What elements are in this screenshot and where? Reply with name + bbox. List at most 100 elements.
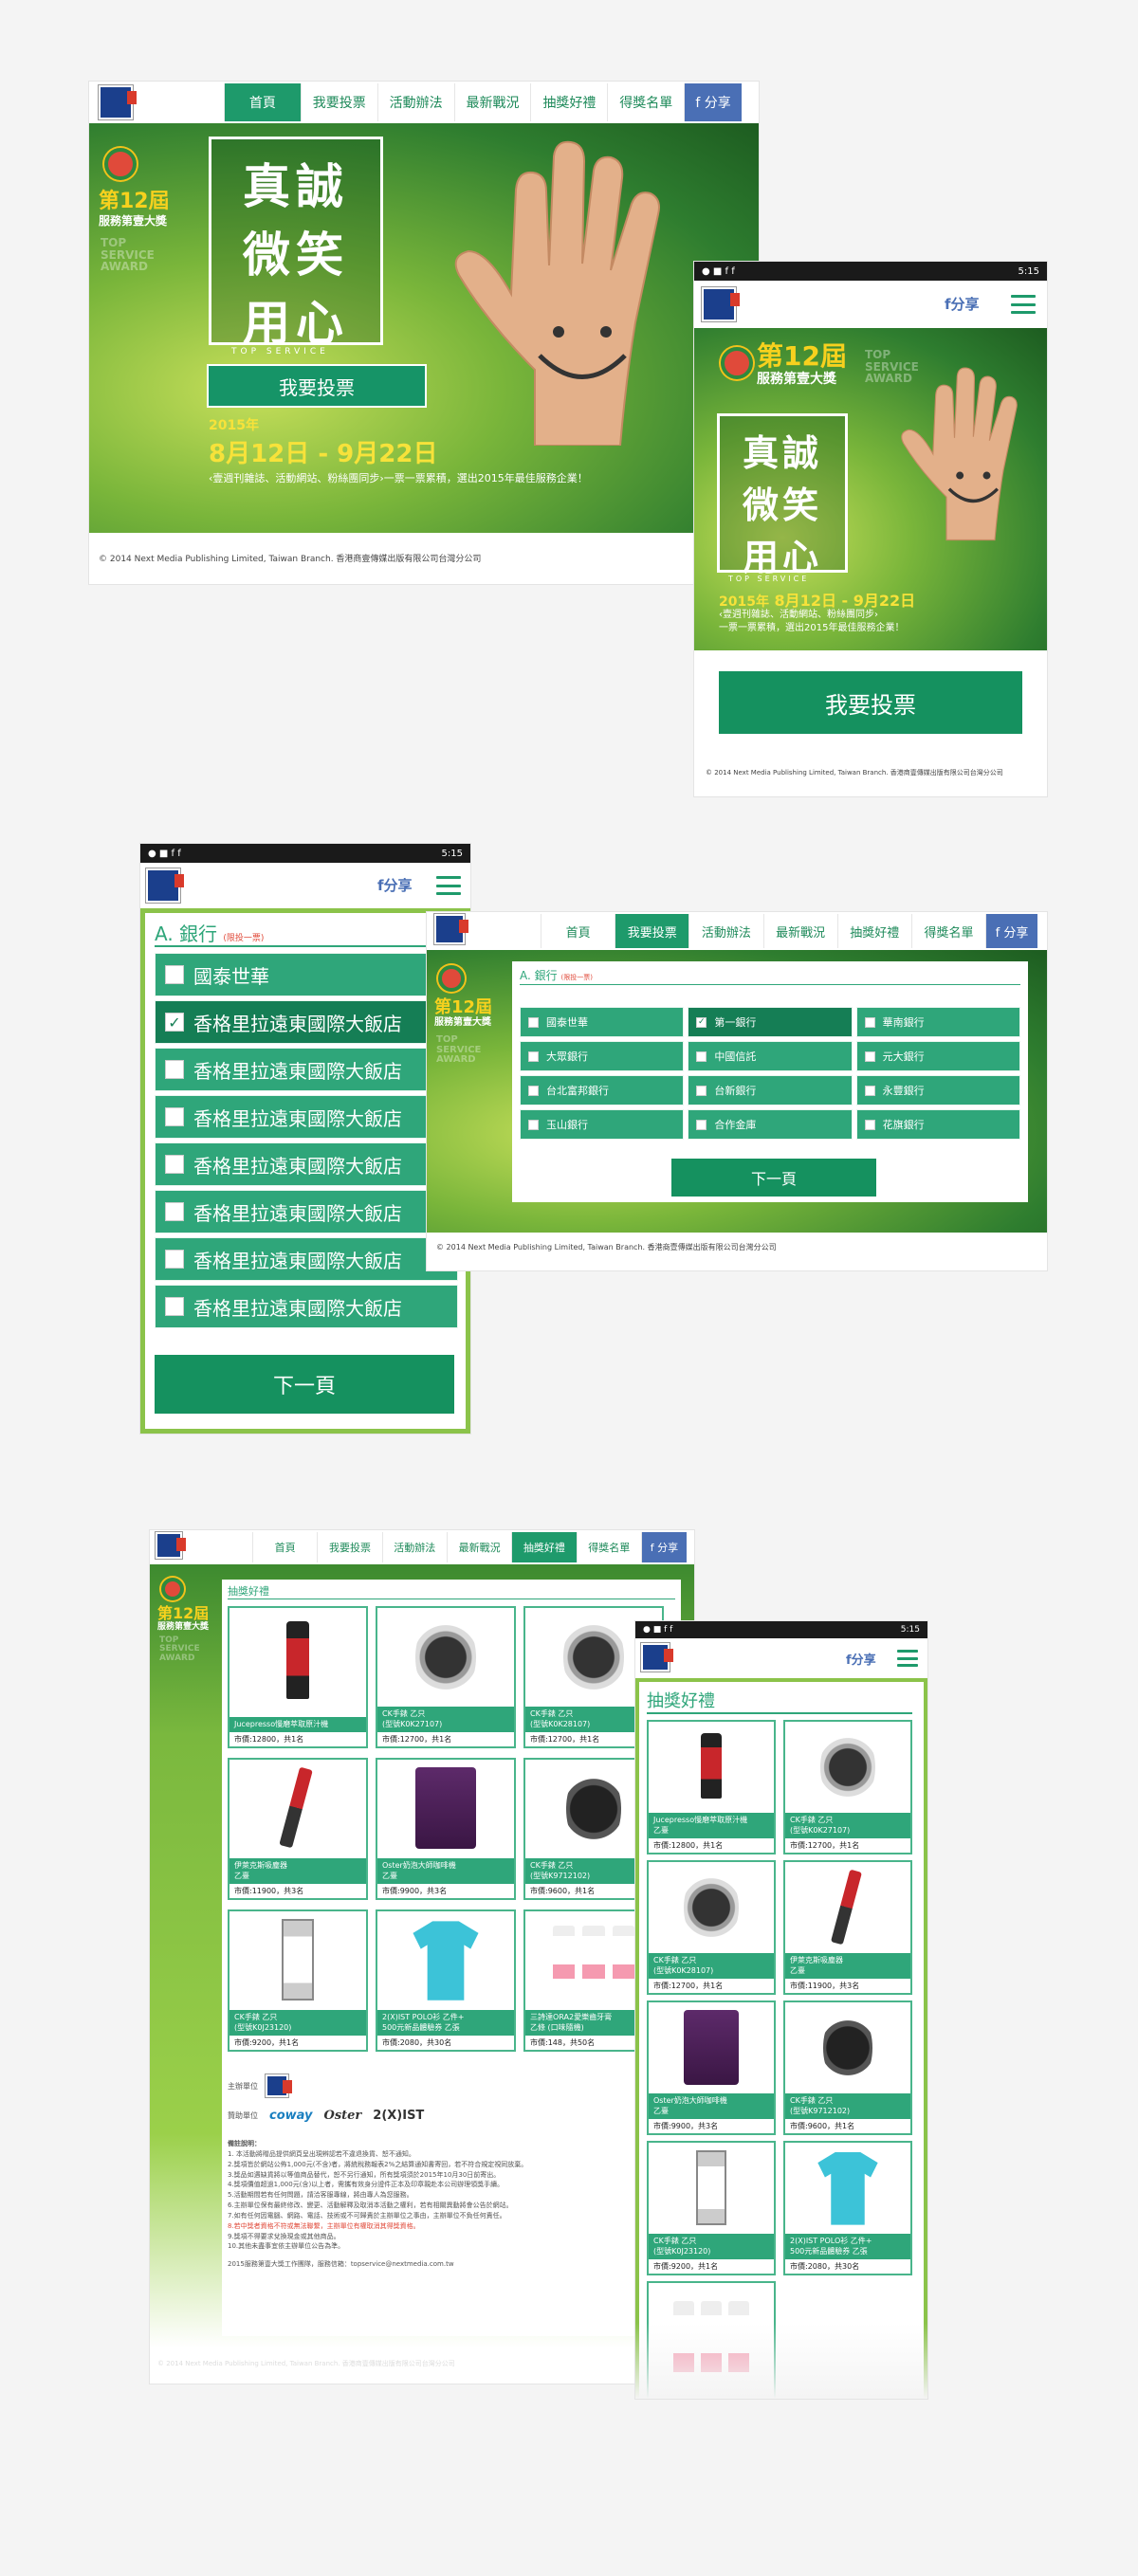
vote-option[interactable]: 國泰世華	[520, 1007, 685, 1037]
vote-option[interactable]: ✓ 第一銀行	[688, 1007, 853, 1037]
mobile-share-button[interactable]: f分享	[377, 875, 413, 895]
prize-card[interactable]: CK手錶 乙只 (型號K0K27107) 市價:12700，共1名	[376, 1606, 516, 1748]
prize-card[interactable]: Jucepresso慢磨萃取原汁機 乙臺 市價:12800，共1名	[647, 1720, 776, 1854]
desktop-next-button[interactable]: 下一頁	[671, 1159, 876, 1197]
vote-option[interactable]: 香格里拉遠東國際大飯店	[155, 1285, 458, 1328]
checkbox-icon[interactable]	[696, 1085, 707, 1096]
vote-option[interactable]: 永豐銀行	[855, 1075, 1020, 1105]
prize-card[interactable]: 2(X)IST POLO衫 乙件+ 500元新品體驗券 乙張 市價:2080，共30…	[376, 1909, 516, 2052]
mobile-next-button[interactable]: 下一頁	[155, 1355, 454, 1414]
prize-card[interactable]: 伊萊克斯吸塵器 乙臺 市價:11900，共3名	[783, 1860, 912, 1995]
checkbox-icon[interactable]	[864, 1085, 875, 1096]
vote-button[interactable]: 我要投票	[207, 364, 427, 408]
vote-option[interactable]: 台新銀行	[688, 1075, 853, 1105]
hamburger-menu-icon[interactable]	[436, 876, 461, 895]
mobile-share-button[interactable]: f分享	[945, 294, 980, 314]
mobile-header: f分享	[635, 1638, 927, 1678]
checkbox-icon[interactable]	[165, 965, 184, 984]
nav-latest[interactable]: 最新戰況	[446, 1532, 512, 1562]
vote-option[interactable]: 中國信託	[688, 1041, 853, 1071]
prize-card[interactable]: 2(X)IST POLO衫 乙件+ 500元新品體驗券 乙張 市價:2080，共30…	[783, 2141, 912, 2275]
mobile-share-button[interactable]: f分享	[846, 1650, 876, 1668]
vote-option[interactable]: ✓ 香格里拉遠東國際大飯店	[155, 1000, 458, 1044]
prize-card[interactable]: 伊萊克斯吸塵器 乙臺 市價:11900，共3名	[228, 1758, 368, 1900]
vote-option[interactable]: 合作金庫	[688, 1109, 853, 1140]
site-logo[interactable]	[99, 85, 137, 119]
nav-winners[interactable]: 得獎名單	[576, 1532, 641, 1562]
checkbox-icon[interactable]	[528, 1016, 539, 1028]
nav-vote[interactable]: 我要投票	[615, 914, 689, 948]
vote-option[interactable]: 玉山銀行	[520, 1109, 685, 1140]
site-logo[interactable]	[156, 1532, 186, 1559]
nav-latest[interactable]: 最新戰況	[453, 83, 531, 121]
prize-card[interactable]: CK手錶 乙只 (型號K0K27107) 市價:12700，共1名	[783, 1720, 912, 1854]
nav-share-facebook[interactable]: f 分享	[684, 83, 743, 121]
checkbox-icon[interactable]	[165, 1250, 184, 1269]
vote-option[interactable]: 花旗銀行	[855, 1109, 1020, 1140]
prize-card[interactable]: CK手錶 乙只 (型號K0J23120) 市價:9200，共1名	[228, 1909, 368, 2052]
checkbox-icon[interactable]	[165, 1297, 184, 1316]
checked-checkbox-icon[interactable]: ✓	[165, 1013, 184, 1032]
checkbox-icon[interactable]	[165, 1202, 184, 1221]
hamburger-menu-icon[interactable]	[897, 1650, 918, 1667]
nav-activity[interactable]: 活動辦法	[381, 1532, 447, 1562]
nav-vote[interactable]: 我要投票	[317, 1532, 382, 1562]
hamburger-menu-icon[interactable]	[1011, 295, 1036, 314]
vote-option[interactable]: 香格里拉遠東國際大飯店	[155, 1142, 458, 1186]
mobile-vote-button[interactable]: 我要投票	[719, 671, 1022, 734]
nav-home[interactable]: 首頁	[541, 914, 615, 948]
checkbox-icon[interactable]	[528, 1119, 539, 1130]
nav-vote[interactable]: 我要投票	[300, 83, 377, 121]
vote-option[interactable]: 元大銀行	[855, 1041, 1020, 1071]
vote-option[interactable]: 香格里拉遠東國際大飯店	[155, 1095, 458, 1139]
checkbox-icon[interactable]	[165, 1107, 184, 1126]
checkbox-icon[interactable]	[528, 1050, 539, 1062]
prize-card[interactable]: Oster奶泡大師咖啡機 乙臺 市價:9900，共3名	[647, 2001, 776, 2135]
checkbox-icon[interactable]	[696, 1119, 707, 1130]
product-image	[229, 1608, 366, 1717]
checked-checkbox-icon[interactable]: ✓	[696, 1016, 707, 1028]
vote-option[interactable]: 國泰世華	[155, 953, 458, 996]
checkbox-icon[interactable]	[864, 1016, 875, 1028]
desktop-footer: © 2014 Next Media Publishing Limited, Ta…	[157, 2360, 455, 2367]
mobile-vote-panel: A. 銀行 (限投一票) 國泰世華 ✓ 香格里拉遠東國際大飯店 香格里拉遠東國際大飯店…	[140, 908, 470, 1434]
fade-overlay	[635, 2323, 927, 2399]
prize-card[interactable]: CK手錶 乙只 (型號K0K28107) 市價:12700，共1名	[647, 1860, 776, 1995]
prize-card[interactable]: CK手錶 乙只 (型號K0J23120) 市價:9200，共1名	[647, 2141, 776, 2275]
nav-activity[interactable]: 活動辦法	[376, 83, 454, 121]
nav-winners[interactable]: 得獎名單	[607, 83, 685, 121]
nav-prizes[interactable]: 抽獎好禮	[530, 83, 608, 121]
nav-prizes[interactable]: 抽獎好禮	[511, 1532, 577, 1562]
checkbox-icon[interactable]	[864, 1119, 875, 1130]
vote-option[interactable]: 香格里拉遠東國際大飯店	[155, 1048, 458, 1091]
prize-card[interactable]: Oster奶泡大師咖啡機 乙臺 市價:9900，共3名	[376, 1758, 516, 1900]
checkbox-icon[interactable]	[528, 1085, 539, 1096]
notes-title: 備註說明：	[228, 2140, 261, 2147]
nav-home[interactable]: 首頁	[224, 83, 301, 121]
checkbox-icon[interactable]	[165, 1155, 184, 1174]
site-logo[interactable]	[434, 914, 468, 944]
nav-share-facebook[interactable]: f 分享	[985, 914, 1038, 948]
site-logo[interactable]	[146, 868, 184, 903]
vote-option[interactable]: 台北富邦銀行	[520, 1075, 685, 1105]
prize-card[interactable]: Jucepresso慢磨萃取原汁機 市價:12800，共1名	[228, 1606, 368, 1748]
vote-option[interactable]: 香格里拉遠東國際大飯店	[155, 1237, 458, 1281]
prize-card[interactable]: CK手錶 乙只 (型號K9712102) 市價:9600，共1名	[783, 2001, 912, 2135]
checkbox-icon[interactable]	[165, 1060, 184, 1079]
desktop-header: 首頁 我要投票 活動辦法 最新戰況 抽獎好禮 得獎名單 f 分享	[150, 1530, 694, 1564]
nav-share-facebook[interactable]: f 分享	[640, 1532, 687, 1562]
checkbox-icon[interactable]	[864, 1050, 875, 1062]
checkbox-icon[interactable]	[696, 1050, 707, 1062]
nav-winners[interactable]: 得獎名單	[910, 914, 986, 948]
site-logo[interactable]	[702, 287, 740, 321]
vote-option-label: 永豐銀行	[882, 1085, 925, 1097]
nav-prizes[interactable]: 抽獎好禮	[836, 914, 911, 948]
nav-activity[interactable]: 活動辦法	[688, 914, 763, 948]
nav-home[interactable]: 首頁	[252, 1532, 318, 1562]
award-title: 第12屆 服務第壹大獎	[99, 192, 170, 228]
nav-latest[interactable]: 最新戰況	[762, 914, 837, 948]
vote-option[interactable]: 大眾銀行	[520, 1041, 685, 1071]
site-logo[interactable]	[641, 1643, 673, 1672]
vote-option[interactable]: 香格里拉遠東國際大飯店	[155, 1190, 458, 1233]
vote-option[interactable]: 華南銀行	[855, 1007, 1020, 1037]
